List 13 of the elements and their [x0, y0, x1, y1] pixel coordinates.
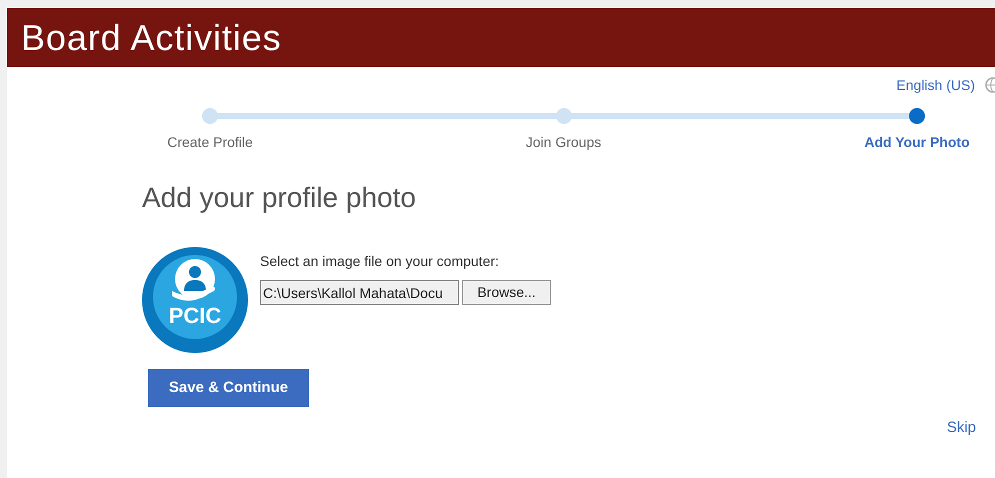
file-path-field[interactable]: C:\Users\Kallol Mahata\Docu — [260, 280, 459, 305]
logo-text: PCIC — [168, 305, 222, 327]
step-label: Join Groups — [526, 133, 602, 152]
skip-link[interactable]: Skip — [946, 417, 976, 440]
language-link[interactable]: English (US) — [896, 74, 975, 96]
step-label: Add Your Photo — [864, 133, 970, 152]
browse-button[interactable]: Browse... — [462, 280, 551, 305]
step-label: Create Profile — [167, 133, 253, 152]
save-continue-button[interactable]: Save & Continue — [148, 369, 309, 407]
app-title: Board Activities — [21, 16, 282, 60]
file-prompt: Select an image file on your computer: — [260, 252, 500, 271]
globe-icon[interactable] — [983, 77, 995, 93]
page-heading: Add your profile photo — [142, 181, 417, 215]
